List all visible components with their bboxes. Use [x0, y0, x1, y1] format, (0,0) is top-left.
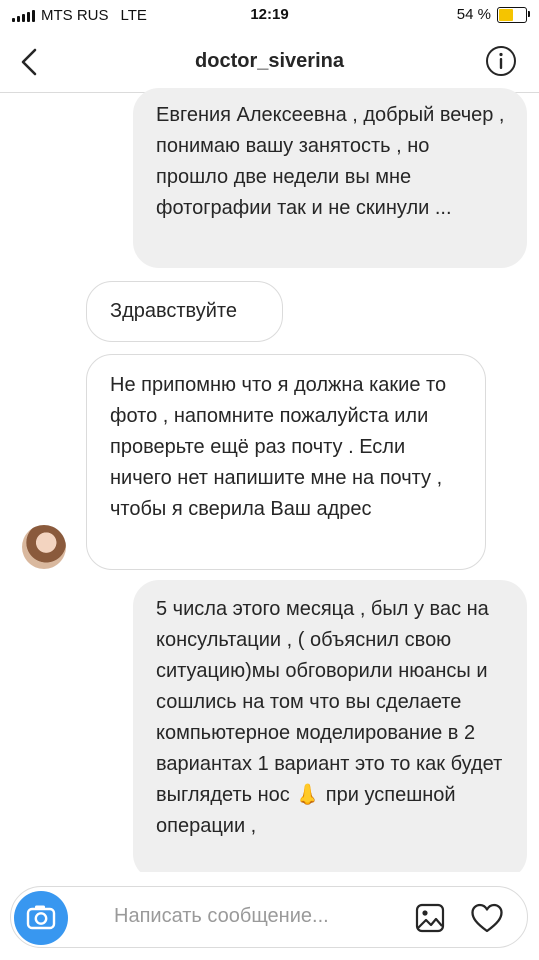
chat-title[interactable]: doctor_siverina: [0, 50, 539, 73]
message-text: Евгения Алексеевна , добрый вечер , пони…: [156, 104, 505, 219]
status-bar: MTS RUS LTE 12:19 54 %: [0, 0, 539, 32]
message-composer: Написать сообщение...: [0, 872, 539, 960]
battery-percent: 54 %: [456, 6, 491, 23]
chat-header: doctor_siverina: [0, 32, 539, 93]
message-bubble-incoming[interactable]: Здравствуйте: [86, 281, 283, 342]
camera-icon: [26, 905, 56, 930]
heart-icon[interactable]: [470, 902, 504, 934]
info-icon[interactable]: [485, 45, 517, 77]
status-right: 54 %: [456, 6, 530, 23]
message-text: Здравствуйте: [110, 300, 237, 322]
battery-fill: [499, 8, 514, 21]
message-bubble-outgoing[interactable]: 5 числа этого месяца , был у вас на конс…: [133, 580, 527, 880]
battery-icon: [497, 6, 530, 23]
camera-button[interactable]: [14, 891, 68, 945]
message-text: Не припомню что я должна какие то фото ,…: [110, 374, 447, 520]
sender-avatar[interactable]: [22, 525, 66, 569]
message-placeholder: Написать сообщение...: [114, 905, 329, 927]
message-bubble-incoming[interactable]: Не припомню что я должна какие то фото ,…: [86, 354, 486, 570]
gallery-icon[interactable]: [414, 902, 446, 934]
message-text: 5 числа этого месяца , был у вас на конс…: [156, 598, 503, 837]
message-bubble-outgoing[interactable]: Евгения Алексеевна , добрый вечер , пони…: [133, 88, 527, 268]
